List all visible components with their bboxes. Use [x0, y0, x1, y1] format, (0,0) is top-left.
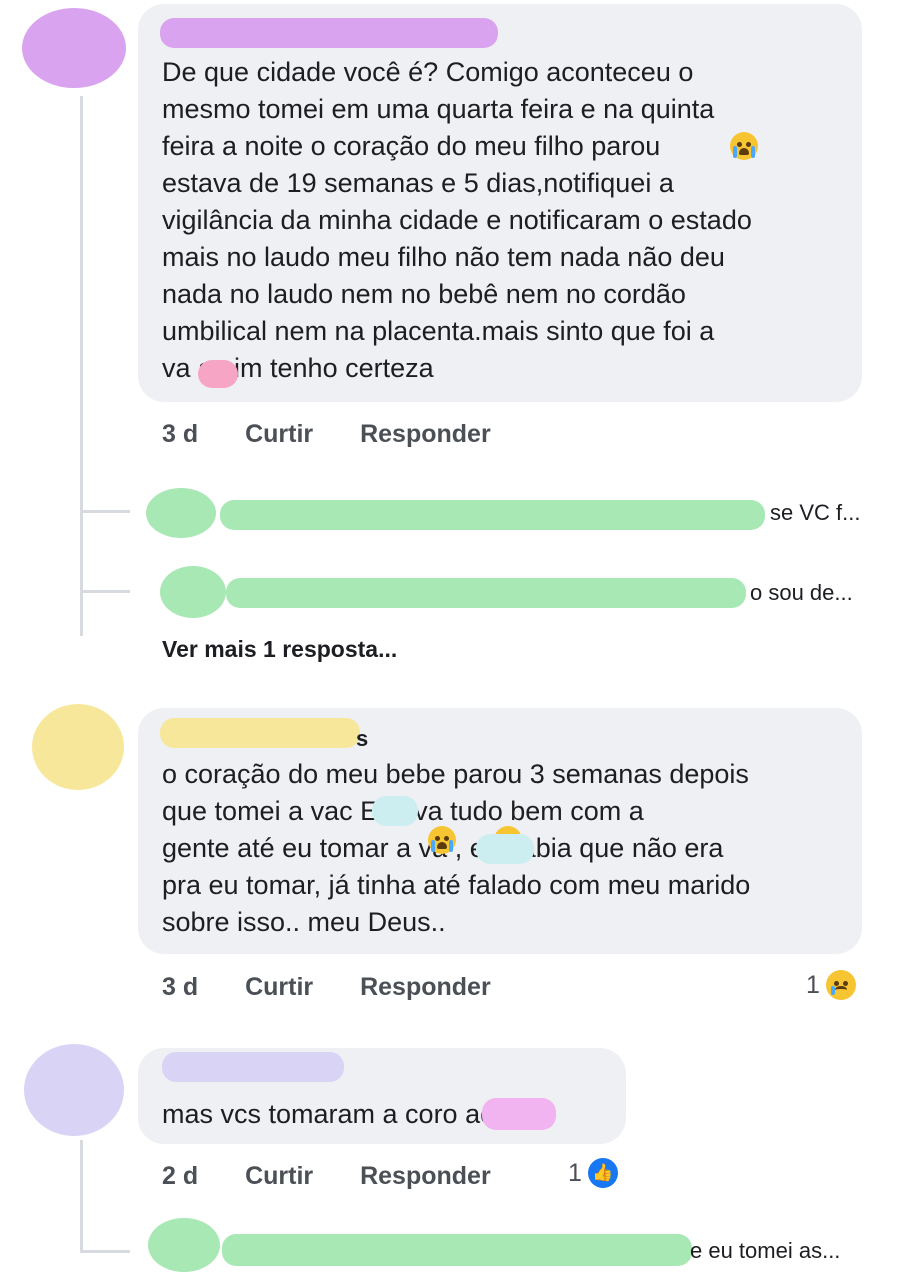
reaction-count: 1 [568, 1158, 582, 1187]
timestamp: 3 d [162, 973, 199, 1001]
reply-button[interactable]: Responder [360, 973, 491, 1001]
word-redaction [372, 796, 418, 826]
crying-emoji-icon [730, 132, 758, 160]
like-button[interactable]: Curtir [245, 1162, 313, 1190]
view-more-replies-link[interactable]: Ver mais 1 resposta... [162, 636, 397, 663]
timestamp: 3 d [162, 420, 199, 448]
avatar[interactable] [32, 704, 124, 790]
comment-actions: 3 d Curtir Responder [162, 420, 491, 449]
thumbs-up-icon: 👍 [587, 1158, 618, 1188]
word-redaction [476, 834, 534, 864]
reaction-summary[interactable]: 1 👍 [568, 1158, 618, 1188]
reply-snippet[interactable]: se VC f... [770, 500, 860, 526]
author-name-suffix: s [356, 726, 369, 751]
reply-preview-redacted[interactable] [222, 1234, 692, 1266]
like-button[interactable]: Curtir [245, 420, 313, 448]
avatar[interactable] [22, 8, 126, 88]
comment-actions: 2 d Curtir Responder [162, 1162, 491, 1191]
reply-snippet[interactable]: o sou de... [750, 580, 853, 606]
reaction-summary[interactable]: 1 [806, 970, 856, 1000]
sad-reaction-icon [825, 970, 856, 1000]
reply-connector [80, 1250, 130, 1253]
timestamp: 2 d [162, 1162, 199, 1190]
author-name-redacted[interactable] [162, 1052, 344, 1082]
reply-avatar[interactable] [160, 566, 226, 618]
reaction-count: 1 [806, 970, 820, 999]
avatar[interactable] [24, 1044, 124, 1136]
comment-text: De que cidade você é? Comigo aconteceu o… [162, 57, 752, 383]
reply-connector [80, 510, 130, 513]
reply-avatar[interactable] [146, 488, 216, 538]
author-name-redacted[interactable] [160, 718, 360, 748]
word-redaction [482, 1098, 556, 1130]
reply-avatar[interactable] [148, 1218, 220, 1272]
author-name-redacted[interactable] [160, 18, 498, 48]
reply-snippet[interactable]: e eu tomei as... [690, 1238, 840, 1264]
comment-actions: 3 d Curtir Responder [162, 973, 491, 1002]
reply-button[interactable]: Responder [360, 420, 491, 448]
thread-line [80, 1140, 83, 1250]
like-button[interactable]: Curtir [245, 973, 313, 1001]
reply-button[interactable]: Responder [360, 1162, 491, 1190]
word-redaction [198, 360, 238, 388]
thread-line [80, 96, 83, 636]
comment-1: De que cidade você é? Comigo aconteceu o… [0, 0, 901, 662]
reply-connector [80, 590, 130, 593]
reply-preview-redacted[interactable] [220, 500, 765, 530]
crying-emoji-icon [428, 826, 456, 854]
reply-preview-redacted[interactable] [226, 578, 746, 608]
